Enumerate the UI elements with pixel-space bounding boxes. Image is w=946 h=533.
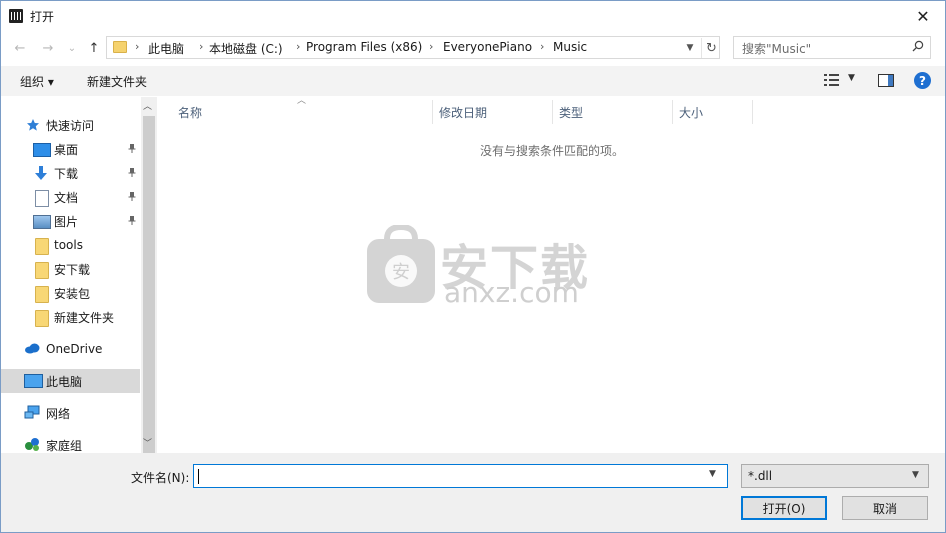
sidebar-item-label: 图片 xyxy=(54,214,79,229)
computer-icon xyxy=(24,374,43,388)
sidebar-item-this-pc[interactable]: 此电脑 xyxy=(0,369,140,393)
breadcrumb-separator: › xyxy=(199,40,204,53)
address-bar[interactable]: › 此电脑 › 本地磁盘 (C:) › Program Files (x86) … xyxy=(106,36,720,59)
file-type-value: *.dll xyxy=(748,469,773,483)
empty-list-message: 没有与搜索条件匹配的项。 xyxy=(480,144,625,158)
folder-icon xyxy=(35,286,49,303)
preview-pane-icon[interactable] xyxy=(878,74,894,87)
sidebar-item-desktop[interactable]: 桌面 xyxy=(0,137,140,161)
breadcrumb-separator: › xyxy=(135,40,140,53)
pin-icon[interactable] xyxy=(127,215,137,228)
sidebar-item-label: 网络 xyxy=(46,406,71,421)
column-header-modified[interactable]: 修改日期 xyxy=(439,100,487,124)
search-icon xyxy=(912,40,924,55)
sidebar-scrollbar-thumb[interactable] xyxy=(143,116,155,454)
sidebar-item-pictures[interactable]: 图片 xyxy=(0,209,140,233)
forward-button[interactable]: → xyxy=(38,38,58,58)
sidebar-item-label: 新建文件夹 xyxy=(54,310,115,325)
chevron-down-icon[interactable]: ▼ xyxy=(681,39,699,57)
download-icon xyxy=(33,165,49,180)
sidebar-item-label: 安装包 xyxy=(54,286,91,301)
breadcrumb-music[interactable]: Music xyxy=(553,40,587,54)
sidebar-item-label: 家庭组 xyxy=(46,438,83,453)
search-placeholder: 搜索"Music" xyxy=(742,42,812,56)
organize-button[interactable]: 组织 ▾ xyxy=(20,73,54,90)
column-header-type[interactable]: 类型 xyxy=(559,100,583,124)
star-icon xyxy=(26,118,40,132)
window-title: 打开 xyxy=(30,10,55,24)
document-icon xyxy=(35,190,49,207)
chevron-down-icon[interactable]: ﹀ xyxy=(143,436,152,449)
app-icon xyxy=(9,9,23,23)
breadcrumb-separator: › xyxy=(296,40,301,53)
open-button[interactable]: 打开(O) xyxy=(741,496,827,520)
search-input[interactable]: 搜索"Music" xyxy=(733,36,931,59)
sidebar-item-new-folder[interactable]: 新建文件夹 xyxy=(0,305,140,329)
up-button[interactable]: ↑ xyxy=(84,38,104,58)
breadcrumb-everyonepiano[interactable]: EveryonePiano xyxy=(443,40,532,54)
sidebar-item-onedrive[interactable]: OneDrive xyxy=(0,337,140,361)
network-icon xyxy=(24,405,40,419)
filename-label: 文件名(N): xyxy=(131,471,190,485)
filename-input[interactable]: ▼ xyxy=(193,464,728,488)
sort-arrow-icon: ︿ xyxy=(297,96,307,106)
sidebar-item-label: 桌面 xyxy=(54,142,79,157)
sidebar-item-label: 此电脑 xyxy=(46,374,83,389)
recent-locations-button[interactable]: ⌄ xyxy=(62,38,82,58)
help-icon[interactable]: ? xyxy=(914,72,931,89)
pin-icon[interactable] xyxy=(127,167,137,180)
cancel-button[interactable]: 取消 xyxy=(842,496,928,520)
column-divider[interactable] xyxy=(552,100,553,124)
column-divider[interactable] xyxy=(752,100,753,124)
folder-icon xyxy=(35,238,49,255)
homegroup-icon xyxy=(24,436,40,451)
sidebar-item-label: 安下载 xyxy=(54,262,91,277)
sidebar-item-label: OneDrive xyxy=(46,342,103,356)
breadcrumb-this-pc[interactable]: 此电脑 xyxy=(148,40,184,57)
refresh-button[interactable]: ↻ xyxy=(701,38,721,58)
folder-icon xyxy=(35,310,49,327)
title-bar xyxy=(0,0,946,32)
breadcrumb-local-disk[interactable]: 本地磁盘 (C:) xyxy=(209,40,283,57)
chevron-down-icon[interactable]: ▼ xyxy=(912,470,919,480)
new-folder-button[interactable]: 新建文件夹 xyxy=(87,73,147,90)
sidebar-item-tools[interactable]: tools xyxy=(0,233,140,257)
close-button[interactable]: ✕ xyxy=(900,0,946,32)
sidebar-item-network[interactable]: 网络 xyxy=(0,401,140,425)
column-header-size[interactable]: 大小 xyxy=(679,100,703,124)
sidebar-item-anxiazai[interactable]: 安下载 xyxy=(0,257,140,281)
sidebar-item-label: 文档 xyxy=(54,190,79,205)
back-button[interactable]: ← xyxy=(10,38,30,58)
text-caret xyxy=(198,469,199,484)
desktop-icon xyxy=(33,143,51,157)
chevron-down-icon[interactable]: ▼ xyxy=(848,73,855,83)
file-type-select[interactable]: *.dll ▼ xyxy=(741,464,929,488)
pin-icon[interactable] xyxy=(127,191,137,204)
watermark-shield-char: 安 xyxy=(392,262,410,283)
watermark-shield-icon: 安 xyxy=(365,223,437,305)
breadcrumb-program-files[interactable]: Program Files (x86) xyxy=(306,40,422,54)
column-divider[interactable] xyxy=(432,100,433,124)
sidebar-item-install-packages[interactable]: 安装包 xyxy=(0,281,140,305)
sidebar-item-label: tools xyxy=(54,238,83,252)
sidebar-item-documents[interactable]: 文档 xyxy=(0,185,140,209)
breadcrumb-separator: › xyxy=(429,40,434,53)
folder-icon xyxy=(35,262,49,279)
navigation-pane: 快速访问 桌面 下载 文档 图片 tools 安下载 安装包 新建文件夹 One… xyxy=(0,97,157,453)
sidebar-item-quick-access[interactable]: 快速访问 xyxy=(0,113,140,137)
sidebar-item-downloads[interactable]: 下载 xyxy=(0,161,140,185)
column-divider[interactable] xyxy=(672,100,673,124)
folder-icon xyxy=(113,41,127,53)
breadcrumb-separator: › xyxy=(540,40,545,53)
chevron-down-icon[interactable]: ▼ xyxy=(709,469,716,479)
watermark-text-en: anxz.com xyxy=(444,276,579,309)
chevron-up-icon[interactable]: ︿ xyxy=(143,99,152,112)
sidebar-item-label: 下载 xyxy=(54,166,79,181)
view-options-icon[interactable] xyxy=(823,72,841,88)
picture-icon xyxy=(33,215,51,229)
cloud-icon xyxy=(24,343,40,357)
pin-icon[interactable] xyxy=(127,143,137,156)
sidebar-item-label: 快速访问 xyxy=(46,118,95,133)
column-header-name[interactable]: 名称 xyxy=(178,100,202,124)
